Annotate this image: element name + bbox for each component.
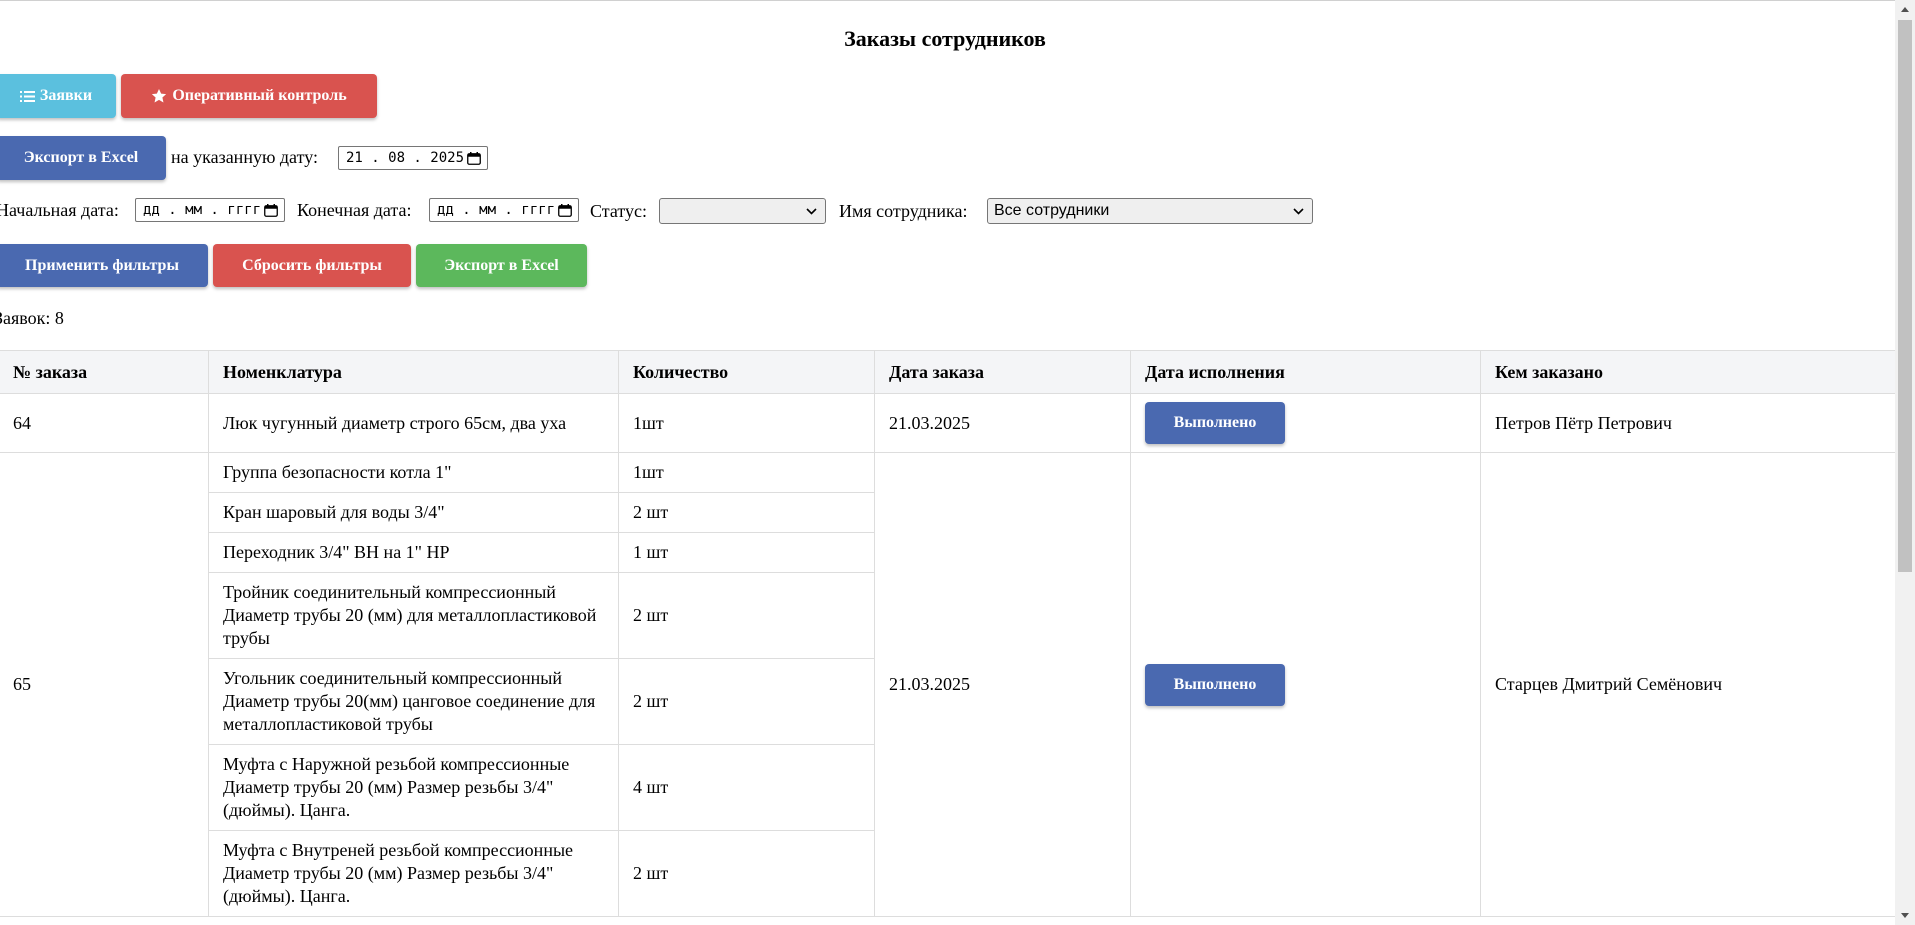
export-date-input[interactable]: 21 . 08 . 2025	[338, 146, 488, 170]
employee-select-value: Все сотрудники	[994, 202, 1110, 219]
order-number-cell: 64	[0, 393, 209, 453]
completion-cell: Выполнено	[1130, 452, 1481, 917]
item-qty-cell: 2 шт	[618, 830, 875, 917]
item-qty-cell: 1шт	[618, 393, 875, 453]
calendar-icon	[558, 203, 572, 217]
status-completed-button[interactable]: Выполнено	[1145, 663, 1285, 706]
operational-control-label: Оперативный контроль	[172, 87, 347, 104]
item-name-cell: Люк чугунный диаметр строго 65см, два ух…	[208, 393, 619, 453]
completion-cell: Выполнено	[1130, 393, 1481, 453]
list-icon	[19, 90, 35, 102]
apply-filters-button[interactable]: Применить фильтры	[0, 244, 208, 287]
chevron-down-icon	[1293, 207, 1304, 215]
header-order-date[interactable]: Дата заказа	[874, 350, 1131, 394]
status-label: Статус:	[590, 201, 647, 221]
item-name-cell: Кран шаровый для воды 3/4"	[208, 492, 619, 533]
status-completed-button[interactable]: Выполнено	[1145, 402, 1285, 444]
order-date-cell: 21.03.2025	[874, 393, 1131, 453]
employee-select[interactable]: Все сотрудники	[987, 198, 1313, 224]
item-name-cell: Угольник соединительный компрессионный Д…	[208, 658, 619, 745]
star-icon	[152, 89, 167, 103]
orders-count: Заявок: 8	[0, 308, 64, 328]
requests-label: Заявки	[39, 87, 93, 104]
end-date-input[interactable]: дд . мм . гггг	[429, 198, 579, 222]
top-border	[0, 0, 1895, 1]
export-excel-button[interactable]: Экспорт в Excel	[416, 244, 587, 287]
header-nomenclature[interactable]: Номенклатура	[208, 350, 619, 394]
item-qty-cell: 2 шт	[618, 492, 875, 533]
status-select[interactable]	[659, 198, 826, 224]
order-number-cell: 65	[0, 452, 209, 917]
calendar-icon	[264, 203, 278, 217]
requests-button[interactable]: Заявки	[0, 74, 116, 118]
reset-filters-button[interactable]: Сбросить фильтры	[213, 244, 411, 287]
header-completion-date[interactable]: Дата исполнения	[1130, 350, 1481, 394]
scroll-up-arrow-icon[interactable]	[1899, 5, 1911, 15]
scrollbar-thumb[interactable]	[1898, 20, 1912, 572]
table-header-row: № заказа Номенклатура Количество Дата за…	[0, 350, 1895, 394]
export-excel-label: Экспорт в Excel	[444, 256, 559, 274]
header-order-number[interactable]: № заказа	[0, 350, 209, 394]
end-date-label: Конечная дата:	[297, 200, 412, 220]
item-name-cell: Муфта с Наружной резьбой компрессионные …	[208, 744, 619, 831]
export-date-value: 21 . 08 . 2025	[346, 150, 465, 166]
ordered-by-cell: Петров Пётр Петрович	[1480, 393, 1895, 453]
start-date-value: дд . мм . гггг	[143, 202, 262, 218]
orders-table: № заказа Номенклатура Количество Дата за…	[0, 350, 1895, 917]
end-date-value: дд . мм . гггг	[437, 202, 556, 218]
export-date-label: Экспорт в Excel	[23, 149, 139, 166]
export-date-text: на указанную дату:	[171, 147, 318, 167]
reset-filters-label: Сбросить фильтры	[242, 256, 382, 274]
item-name-cell: Муфта с Внутреней резьбой компрессионные…	[208, 830, 619, 917]
page-title: Заказы сотрудников	[844, 26, 1046, 51]
table-row: 65 Группа безопасности котла 1" 1шт 21.0…	[0, 452, 1895, 917]
item-qty-cell: 4 шт	[618, 744, 875, 831]
header-quantity[interactable]: Количество	[618, 350, 875, 394]
table-row: 64 Люк чугунный диаметр строго 65см, два…	[0, 393, 1895, 453]
item-qty-cell: 1шт	[618, 452, 875, 493]
chevron-down-icon	[806, 207, 817, 215]
item-qty-cell: 2 шт	[618, 572, 875, 659]
calendar-icon	[467, 151, 481, 165]
item-name-cell: Группа безопасности котла 1"	[208, 452, 619, 493]
apply-filters-label: Применить фильтры	[25, 256, 179, 274]
header-ordered-by[interactable]: Кем заказано	[1480, 350, 1895, 394]
item-qty-cell: 1 шт	[618, 532, 875, 573]
employee-label: Имя сотрудника:	[839, 201, 968, 221]
start-date-label: Начальная дата:	[0, 200, 119, 220]
export-date-button[interactable]: Экспорт в Excel	[0, 136, 166, 180]
item-name-cell: Тройник соединительный компрессионный Ди…	[208, 572, 619, 659]
start-date-input[interactable]: дд . мм . гггг	[135, 198, 285, 222]
item-name-cell: Переходник 3/4" ВН на 1" НР	[208, 532, 619, 573]
operational-control-button[interactable]: Оперативный контроль	[121, 74, 377, 118]
page: Заказы сотрудников Заявки Оперативный ко…	[0, 0, 1895, 925]
order-date-cell: 21.03.2025	[874, 452, 1131, 917]
scroll-down-arrow-icon[interactable]	[1899, 910, 1911, 920]
item-qty-cell: 2 шт	[618, 658, 875, 745]
ordered-by-cell: Старцев Дмитрий Семёнович	[1480, 452, 1895, 917]
